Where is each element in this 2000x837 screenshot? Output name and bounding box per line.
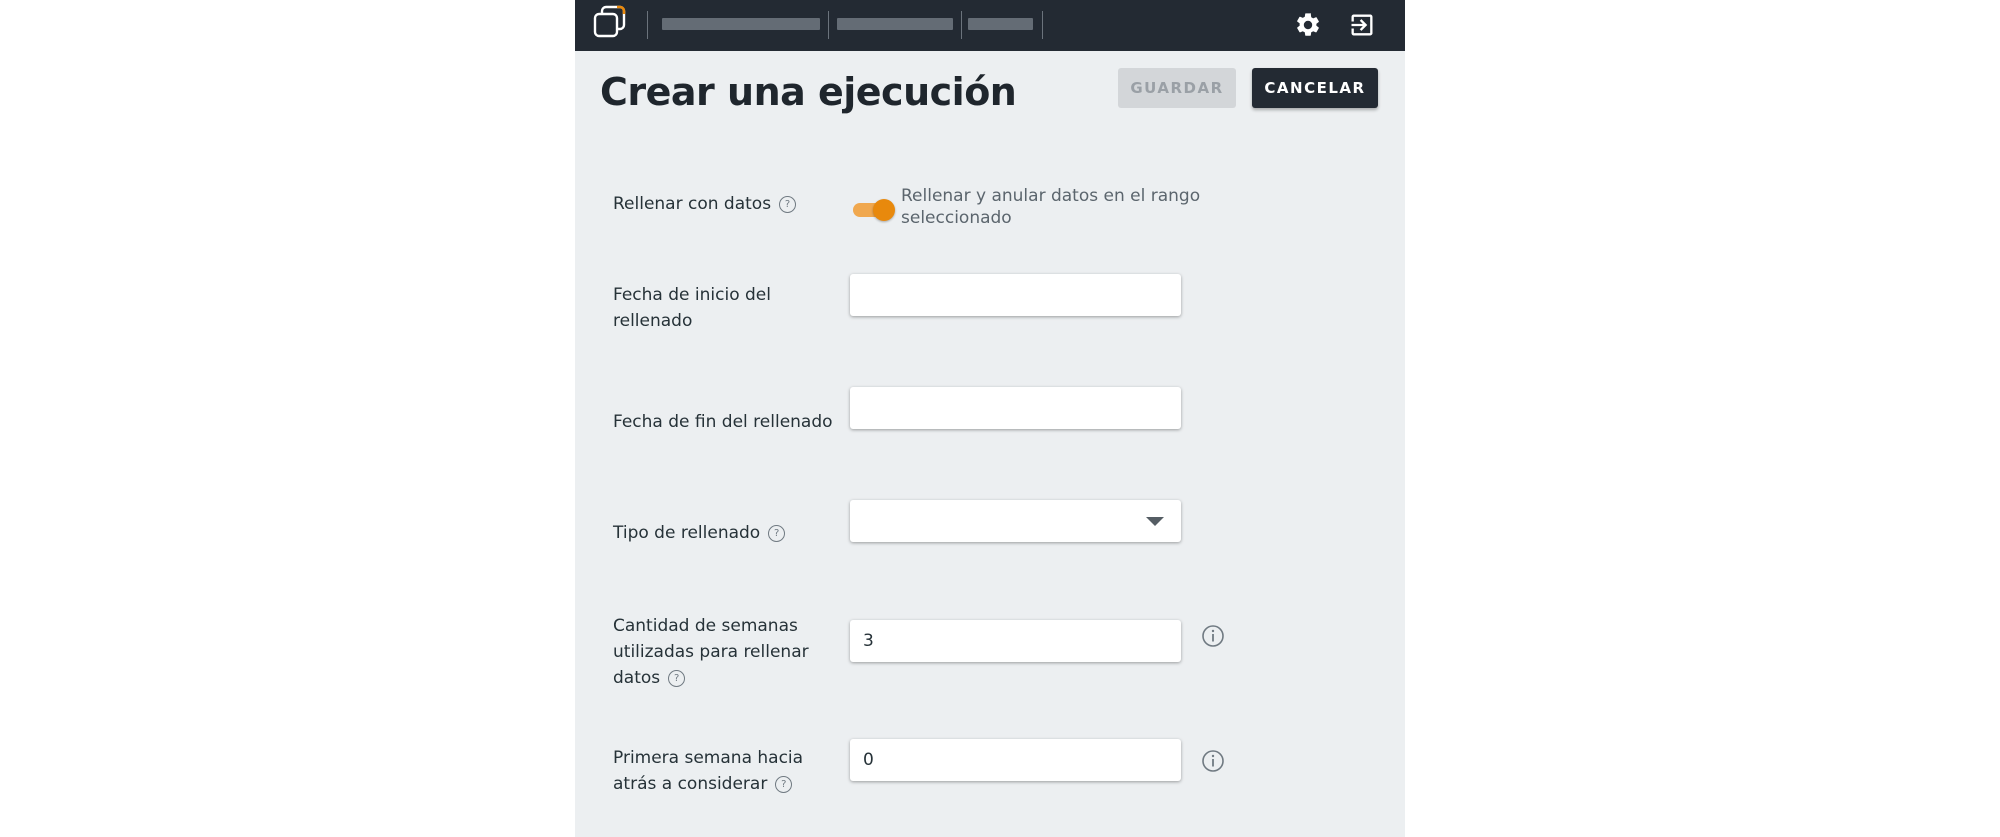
- weeks-used-field[interactable]: 3: [850, 620, 1181, 662]
- top-bar: [575, 0, 1405, 51]
- fill-type-label-text: Tipo de rellenado: [613, 523, 761, 543]
- help-icon[interactable]: ?: [775, 776, 793, 793]
- help-icon[interactable]: ?: [779, 196, 797, 213]
- first-week-field[interactable]: 0: [850, 739, 1181, 781]
- gear-icon[interactable]: [1294, 11, 1322, 39]
- fill-data-label-text: Rellenar con datos: [613, 194, 772, 214]
- end-date-label: Fecha de fin del rellenado: [613, 412, 833, 432]
- breadcrumb-separator: [1042, 11, 1043, 39]
- weeks-used-value: 3: [863, 631, 874, 651]
- fill-data-toggle-description: Rellenar y anular datos en el rango sele…: [901, 186, 1201, 228]
- fill-type-select[interactable]: [850, 500, 1181, 542]
- weeks-used-label-text: Cantidad de semanas utilizadas para rell…: [613, 616, 809, 688]
- breadcrumb-separator: [828, 11, 829, 39]
- weeks-used-label: Cantidad de semanas utilizadas para rell…: [613, 613, 813, 691]
- first-week-label: Primera semana hacia atrás a considerar?: [613, 745, 845, 797]
- start-date-label: Fecha de inicio del rellenado: [613, 285, 771, 331]
- cancel-button[interactable]: CANCELAR: [1252, 68, 1378, 108]
- help-icon[interactable]: ?: [668, 670, 686, 687]
- breadcrumb-separator: [647, 11, 648, 39]
- logout-icon[interactable]: [1348, 11, 1376, 39]
- app-window: Crear una ejecución GUARDAR CANCELAR Rel…: [575, 0, 1405, 837]
- toggle-knob: [873, 199, 895, 221]
- breadcrumb-item[interactable]: [837, 18, 953, 30]
- fill-type-label: Tipo de rellenado?: [613, 520, 845, 546]
- end-date-field[interactable]: [850, 387, 1181, 429]
- save-button[interactable]: GUARDAR: [1118, 68, 1236, 108]
- first-week-value: 0: [863, 750, 874, 770]
- fill-data-toggle[interactable]: [853, 198, 895, 222]
- info-icon[interactable]: [1201, 624, 1225, 648]
- help-icon[interactable]: ?: [768, 525, 786, 542]
- fill-data-label: Rellenar con datos?: [613, 191, 845, 217]
- breadcrumb-item[interactable]: [662, 18, 820, 30]
- logo-icon[interactable]: [592, 5, 626, 39]
- breadcrumb-item[interactable]: [968, 18, 1033, 30]
- chevron-down-icon: [1146, 517, 1164, 526]
- info-icon[interactable]: [1201, 749, 1225, 773]
- start-date-field[interactable]: [850, 274, 1181, 316]
- breadcrumb-separator: [961, 11, 962, 39]
- page-title: Crear una ejecución: [600, 70, 1017, 114]
